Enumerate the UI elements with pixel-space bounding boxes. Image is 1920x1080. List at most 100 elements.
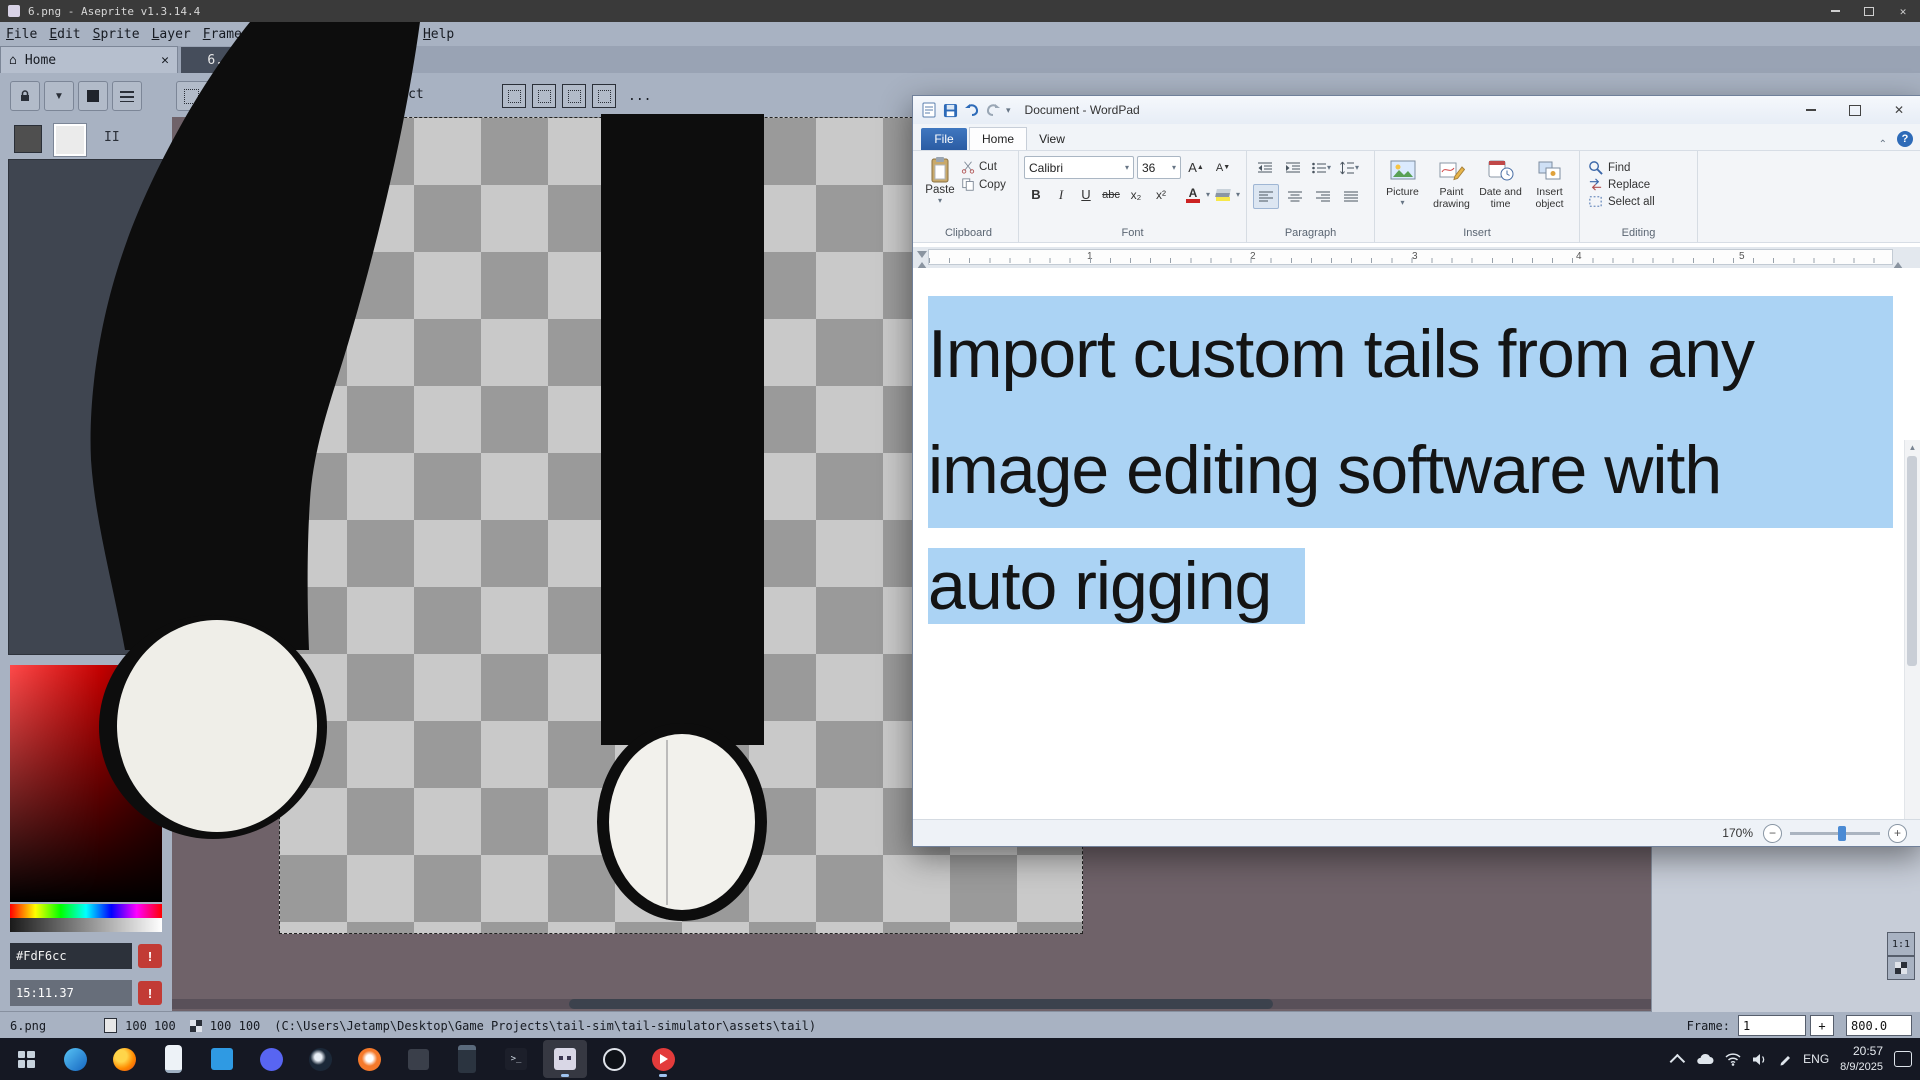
start-button[interactable] bbox=[4, 1040, 48, 1078]
line-spacing-button[interactable]: ▾ bbox=[1337, 156, 1361, 179]
wordpad-close-icon[interactable]: ✕ bbox=[1877, 97, 1920, 124]
zoom-in-button[interactable]: + bbox=[1888, 824, 1907, 843]
scroll-up-icon[interactable]: ▲ bbox=[1905, 440, 1920, 454]
save-icon[interactable] bbox=[943, 103, 958, 118]
menu-file[interactable]: File bbox=[0, 25, 43, 44]
hsv-value-field[interactable]: 15:11.37 bbox=[10, 980, 132, 1006]
taskbar-icon-blender[interactable] bbox=[347, 1040, 391, 1078]
tab-6png[interactable]: 6.png bbox=[181, 47, 273, 73]
frame-input[interactable]: 1 bbox=[1738, 1015, 1806, 1036]
align-left-button[interactable] bbox=[1253, 184, 1279, 209]
taskbar-icon-firefox[interactable] bbox=[102, 1040, 146, 1078]
gray-slider[interactable] bbox=[10, 918, 162, 932]
highlight-button[interactable] bbox=[1211, 183, 1235, 206]
menu-options[interactable]: Options bbox=[350, 25, 417, 44]
pen-icon[interactable] bbox=[1778, 1052, 1792, 1066]
aseprite-maximize-icon[interactable] bbox=[1852, 0, 1886, 22]
wifi-icon[interactable] bbox=[1725, 1052, 1741, 1066]
palette-panel[interactable] bbox=[8, 159, 166, 655]
paste-button[interactable]: Paste ▾ bbox=[919, 156, 961, 205]
justify-button[interactable] bbox=[1339, 185, 1363, 208]
grow-font-button[interactable]: A▲ bbox=[1184, 156, 1208, 179]
date-time-button[interactable]: Date and time bbox=[1476, 156, 1525, 234]
tray-expand-icon[interactable] bbox=[1670, 1053, 1686, 1069]
increase-indent-button[interactable] bbox=[1281, 156, 1305, 179]
aseprite-minimize-icon[interactable] bbox=[1818, 0, 1852, 22]
menu-help[interactable]: Help bbox=[417, 25, 460, 44]
picture-button[interactable]: Picture ▾ bbox=[1378, 156, 1427, 234]
menu-sprite[interactable]: Sprite bbox=[87, 25, 146, 44]
tab-close-icon[interactable]: ✕ bbox=[161, 53, 169, 68]
redo-icon[interactable] bbox=[985, 103, 1001, 117]
font-family-select[interactable]: Calibri▾ bbox=[1024, 156, 1134, 179]
underline-button[interactable]: U bbox=[1074, 183, 1098, 206]
italic-button[interactable]: I bbox=[1049, 183, 1073, 206]
transform-handle-icon-1[interactable] bbox=[502, 84, 526, 108]
select-all-button[interactable]: Select all bbox=[1588, 193, 1697, 210]
font-color-dropdown-icon[interactable]: ▾ bbox=[1206, 190, 1210, 199]
help-icon[interactable]: ? bbox=[1897, 131, 1913, 147]
insert-object-button[interactable]: Insert object bbox=[1525, 156, 1574, 234]
taskbar-icon-unity[interactable] bbox=[396, 1040, 440, 1078]
wordpad-minimize-icon[interactable] bbox=[1789, 97, 1833, 124]
transform-handle-icon-3[interactable] bbox=[562, 84, 586, 108]
quick-access-dropdown-icon[interactable]: ▾ bbox=[1006, 105, 1011, 116]
hex-color-field[interactable]: #FdF6cc bbox=[10, 943, 132, 969]
tab-view[interactable]: View bbox=[1027, 128, 1077, 150]
scrollbar-thumb[interactable] bbox=[1907, 456, 1917, 666]
menu-layer[interactable]: Layer bbox=[146, 25, 197, 44]
frame-add-button[interactable]: + bbox=[1810, 1015, 1834, 1036]
aseprite-close-icon[interactable]: ✕ bbox=[1886, 0, 1920, 22]
tab-home[interactable]: ⌂ Home ✕ bbox=[0, 46, 178, 73]
taskbar-icon-vscode[interactable] bbox=[200, 1040, 244, 1078]
taskbar-icon-phone-link[interactable] bbox=[151, 1040, 195, 1078]
taskbar-icon-discord[interactable] bbox=[249, 1040, 293, 1078]
dotted-selection-icon[interactable]: ▾ bbox=[176, 81, 212, 111]
transform-handle-icon-4[interactable] bbox=[592, 84, 616, 108]
taskbar-icon-aseprite[interactable] bbox=[543, 1040, 587, 1078]
replace-button[interactable]: Replace bbox=[1588, 176, 1697, 193]
ribbon-collapse-icon[interactable]: ⌃ bbox=[1879, 139, 1887, 150]
superscript-button[interactable]: x² bbox=[1149, 183, 1173, 206]
ruler-bar[interactable]: 1 2 3 4 5 bbox=[928, 249, 1893, 265]
color-warning-icon[interactable]: ! bbox=[138, 944, 162, 968]
wordpad-document[interactable]: Import custom tails from any image editi… bbox=[913, 268, 1920, 819]
wordpad-maximize-icon[interactable] bbox=[1833, 97, 1877, 124]
canvas-hscrollbar-thumb[interactable] bbox=[569, 999, 1273, 1009]
hamburger-icon[interactable] bbox=[112, 81, 142, 111]
highlight-dropdown-icon[interactable]: ▾ bbox=[1236, 190, 1240, 199]
filled-square-icon[interactable] bbox=[78, 81, 108, 111]
transform-handle-icon-2[interactable] bbox=[532, 84, 556, 108]
menu-frame[interactable]: Frame bbox=[197, 25, 248, 44]
decrease-indent-button[interactable] bbox=[1253, 156, 1277, 179]
tab-file[interactable]: File bbox=[921, 128, 967, 150]
menu-edit[interactable]: Edit bbox=[43, 25, 86, 44]
preview-zoom-1-1-button[interactable]: 1:1 bbox=[1887, 932, 1915, 956]
taskbar-icon-obs[interactable] bbox=[592, 1040, 636, 1078]
document-scrollbar[interactable]: ▲ ▼ bbox=[1904, 440, 1920, 819]
more-options-button[interactable]: ... bbox=[628, 89, 651, 104]
notification-icon[interactable] bbox=[1894, 1051, 1912, 1067]
taskbar-icon-calculator[interactable] bbox=[445, 1040, 489, 1078]
taskbar-icon-steam[interactable] bbox=[298, 1040, 342, 1078]
find-button[interactable]: Find bbox=[1588, 159, 1697, 176]
zoom-input[interactable]: 800.0 bbox=[1846, 1015, 1912, 1036]
list-button[interactable]: ▾ bbox=[1309, 156, 1333, 179]
cloud-icon[interactable] bbox=[1696, 1053, 1714, 1065]
shrink-font-button[interactable]: A▼ bbox=[1211, 156, 1235, 179]
tab-home-wordpad[interactable]: Home bbox=[969, 127, 1027, 150]
font-color-button[interactable]: A bbox=[1181, 183, 1205, 206]
volume-icon[interactable] bbox=[1752, 1053, 1767, 1066]
taskbar-icon-terminal[interactable]: >_ bbox=[494, 1040, 538, 1078]
zoom-out-button[interactable]: − bbox=[1763, 824, 1782, 843]
pixel-perfect-label[interactable]: pixel-perfect bbox=[322, 87, 424, 102]
subscript-button[interactable]: x₂ bbox=[1124, 183, 1148, 206]
preview-grid-button[interactable] bbox=[1887, 956, 1915, 980]
taskbar-icon-edge[interactable] bbox=[53, 1040, 97, 1078]
background-color-swatch[interactable] bbox=[54, 124, 86, 156]
copy-button[interactable]: Copy bbox=[961, 178, 1006, 192]
zoom-slider-thumb[interactable] bbox=[1838, 826, 1846, 841]
language-indicator[interactable]: ENG bbox=[1803, 1052, 1829, 1066]
align-right-button[interactable] bbox=[1311, 185, 1335, 208]
menu-view[interactable]: View bbox=[307, 25, 350, 44]
